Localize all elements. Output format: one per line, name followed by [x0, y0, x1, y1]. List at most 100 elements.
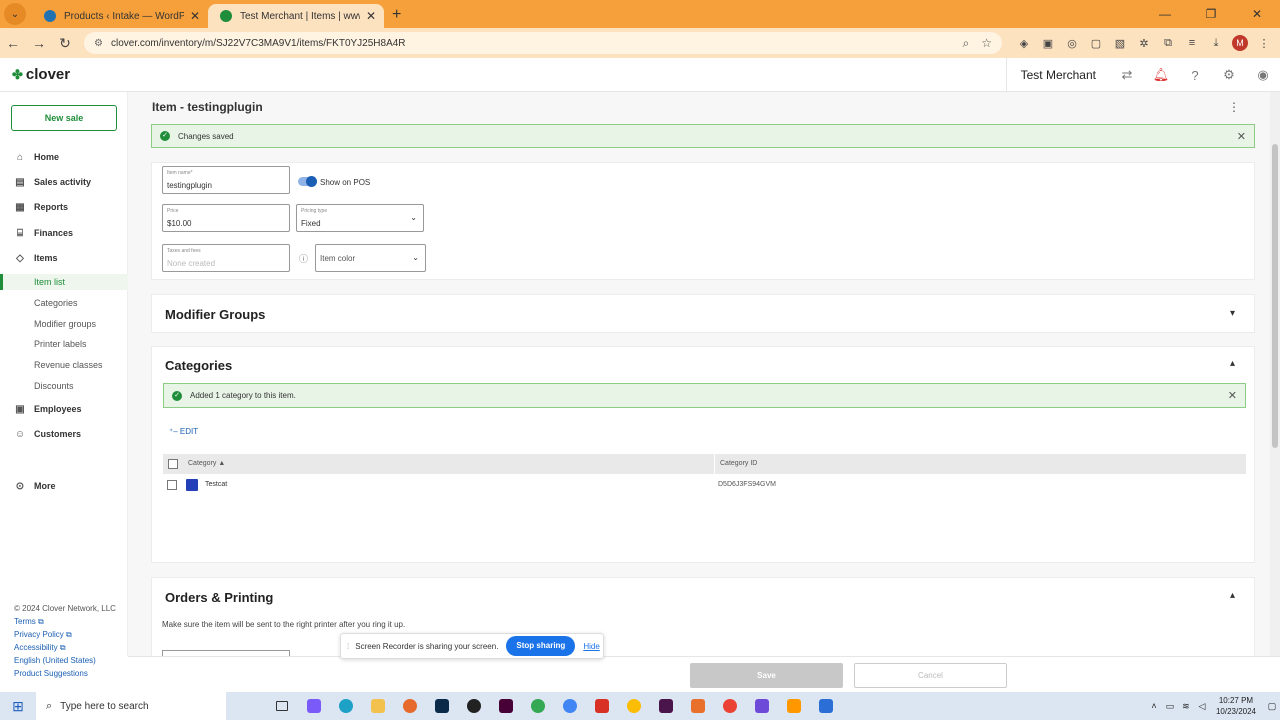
- switch-merchant-icon[interactable]: ⇄: [1110, 67, 1144, 83]
- save-button[interactable]: Save: [690, 663, 843, 688]
- close-tab-icon[interactable]: ✕: [366, 9, 376, 23]
- xd-icon[interactable]: [490, 692, 522, 720]
- accessibility-link[interactable]: Accessibility ⧉: [14, 643, 66, 653]
- browser-tab-wordpress[interactable]: Products ‹ Intake — WordPress ✕: [32, 4, 208, 28]
- firefox-icon[interactable]: [394, 692, 426, 720]
- sidebar-subitem-discounts[interactable]: Discounts: [0, 378, 128, 394]
- forward-icon[interactable]: →: [26, 35, 52, 51]
- item-name-field[interactable]: Item name* testingplugin: [162, 166, 290, 194]
- chevron-down-icon[interactable]: ▾: [1230, 308, 1235, 319]
- sidebar-subitem-item-list[interactable]: Item list: [0, 274, 128, 290]
- table-row[interactable]: Testcat D5D6J3FS94GVM: [163, 474, 1246, 498]
- chevron-up-icon[interactable]: ▴: [1230, 358, 1235, 369]
- reload-icon[interactable]: ↻: [52, 35, 78, 52]
- sidebar-subitem-modifier-groups[interactable]: Modifier groups: [0, 316, 128, 332]
- sidebar-item-items[interactable]: ◇ Items: [0, 249, 128, 267]
- select-all-checkbox[interactable]: [168, 459, 178, 469]
- clover-logo[interactable]: ✤ clover: [12, 66, 70, 83]
- url-input[interactable]: ⚙ clover.com/inventory/m/SJ22V7C3MA9V1/i…: [84, 32, 1002, 54]
- extension-icon[interactable]: ✲: [1132, 37, 1156, 50]
- bookmark-star-icon[interactable]: ☆: [981, 36, 992, 50]
- notifications-icon[interactable]: ▢: [1264, 701, 1280, 712]
- help-icon[interactable]: ?: [1178, 68, 1212, 83]
- screenshot-icon[interactable]: ◎: [1060, 37, 1084, 50]
- copilot-icon[interactable]: [298, 692, 330, 720]
- task-view-icon[interactable]: [266, 692, 298, 720]
- settings-gear-icon[interactable]: ⚙: [1212, 67, 1246, 83]
- column-header-category[interactable]: Category ▲: [188, 460, 225, 467]
- chrome-icon[interactable]: [714, 692, 746, 720]
- extensions-puzzle-icon[interactable]: ⧉: [1156, 37, 1180, 50]
- photoshop-icon[interactable]: [426, 692, 458, 720]
- sidebar-item-reports[interactable]: ▦ Reports: [0, 198, 128, 216]
- drag-handle-icon[interactable]: ⁞: [347, 642, 349, 651]
- sidebar-item-customers[interactable]: ☺ Customers: [0, 425, 128, 443]
- sidebar-item-home[interactable]: ⌂ Home: [0, 148, 128, 166]
- merchant-name[interactable]: Test Merchant: [1005, 58, 1110, 92]
- taxes-and-fees-field[interactable]: Taxes and fees None created: [162, 244, 290, 272]
- account-icon[interactable]: ◉: [1246, 67, 1280, 83]
- price-field[interactable]: Price $10.00: [162, 204, 290, 232]
- download-icon[interactable]: ⤓: [1204, 37, 1228, 50]
- tab-search-icon[interactable]: ⌄: [4, 3, 26, 25]
- chrome-icon[interactable]: [618, 692, 650, 720]
- chrome-profile-icon[interactable]: [554, 692, 586, 720]
- media-icon[interactable]: ≡: [1180, 37, 1204, 49]
- sidebar-item-more[interactable]: ⊙ More: [0, 477, 128, 495]
- sidebar-item-finances[interactable]: ⌸ Finances: [0, 224, 128, 242]
- app-icon[interactable]: [810, 692, 842, 720]
- hide-link[interactable]: Hide: [583, 642, 599, 651]
- privacy-policy-link[interactable]: Privacy Policy ⧉: [14, 630, 72, 640]
- sidebar-subitem-categories[interactable]: Categories: [0, 295, 128, 311]
- row-checkbox[interactable]: [167, 480, 177, 490]
- new-sale-button[interactable]: New sale: [11, 105, 117, 131]
- network-icon[interactable]: ▭: [1162, 701, 1178, 712]
- chrome-icon[interactable]: [522, 692, 554, 720]
- wifi-icon[interactable]: ≋: [1178, 701, 1194, 712]
- file-explorer-icon[interactable]: [362, 692, 394, 720]
- scrollbar-thumb[interactable]: [1272, 144, 1278, 448]
- close-window-icon[interactable]: ✕: [1234, 0, 1280, 28]
- terms-link[interactable]: Terms ⧉: [14, 617, 44, 627]
- cancel-button[interactable]: Cancel: [854, 663, 1007, 688]
- notifications-icon[interactable]: 🔔︎: [1144, 67, 1178, 83]
- item-color-select[interactable]: Item color ⌄: [315, 244, 426, 272]
- show-on-pos-toggle[interactable]: [298, 176, 317, 187]
- back-icon[interactable]: ←: [0, 35, 26, 51]
- close-tab-icon[interactable]: ✕: [190, 9, 200, 23]
- minimize-icon[interactable]: —: [1142, 0, 1188, 28]
- language-link[interactable]: English (United States): [14, 656, 96, 665]
- sublime-icon[interactable]: [778, 692, 810, 720]
- column-header-category-id[interactable]: Category ID: [720, 460, 757, 467]
- site-info-icon[interactable]: ⚙: [94, 38, 103, 49]
- wordpress-app-icon[interactable]: [458, 692, 490, 720]
- zoom-icon[interactable]: ⌕: [963, 36, 970, 51]
- edge-icon[interactable]: [330, 692, 362, 720]
- browser-menu-icon[interactable]: ⋮: [1252, 37, 1276, 50]
- taskbar-search-input[interactable]: ⌕ Type here to search: [36, 692, 226, 720]
- slack-icon[interactable]: [650, 692, 682, 720]
- close-banner-icon[interactable]: ✕: [1237, 130, 1246, 143]
- main-scrollbar[interactable]: [1270, 92, 1280, 656]
- edit-categories-button[interactable]: ⁺– EDIT: [169, 427, 198, 436]
- extension-icon[interactable]: ▣: [1036, 37, 1060, 50]
- volume-icon[interactable]: ◁: [1194, 701, 1210, 712]
- info-icon[interactable]: ⓘ: [299, 252, 308, 265]
- pricing-type-select[interactable]: Pricing type Fixed ⌄: [296, 204, 424, 232]
- extension-icon[interactable]: ▢: [1084, 37, 1108, 50]
- taskbar-clock[interactable]: 10:27 PM 10/23/2024: [1216, 695, 1256, 717]
- sidebar-subitem-printer-labels[interactable]: Printer labels: [0, 336, 128, 352]
- show-hidden-icons-icon[interactable]: ˄: [1146, 701, 1162, 711]
- chevron-up-icon[interactable]: ▴: [1230, 590, 1235, 601]
- extension-icon[interactable]: ▧: [1108, 37, 1132, 50]
- more-options-icon[interactable]: ⋮: [1228, 100, 1240, 114]
- modifier-groups-section[interactable]: Modifier Groups ▾: [151, 294, 1255, 333]
- new-tab-icon[interactable]: +: [392, 6, 401, 24]
- stop-sharing-button[interactable]: Stop sharing: [506, 636, 576, 656]
- app-icon[interactable]: [746, 692, 778, 720]
- browser-tab-clover[interactable]: Test Merchant | Items | www.clover.com ✕: [208, 4, 384, 28]
- product-suggestions-link[interactable]: Product Suggestions: [14, 669, 88, 678]
- sidebar-item-employees[interactable]: ▣ Employees: [0, 400, 128, 418]
- app-icon[interactable]: [586, 692, 618, 720]
- extension-icon[interactable]: ◈: [1012, 37, 1036, 50]
